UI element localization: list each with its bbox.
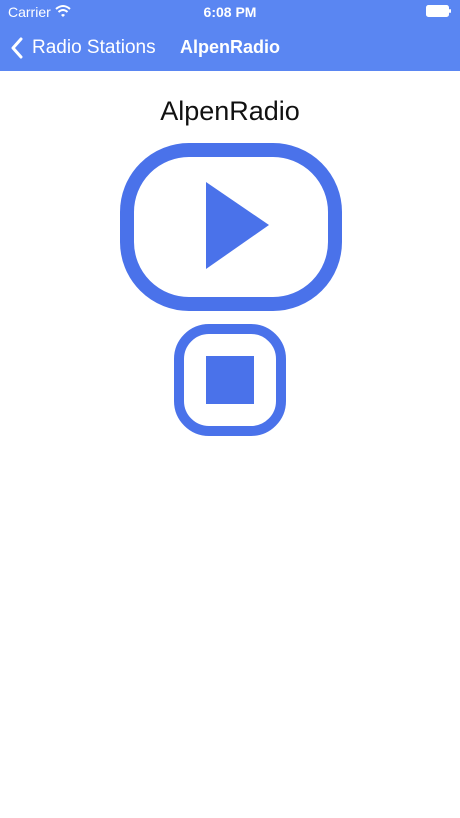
top-bar: Carrier 6:08 PM Radio Stations AlpenRadi…	[0, 0, 460, 71]
status-time: 6:08 PM	[203, 4, 257, 20]
back-button-label: Radio Stations	[32, 37, 156, 58]
back-button[interactable]: Radio Stations	[10, 34, 156, 62]
station-title: AlpenRadio	[160, 96, 300, 126]
stop-icon	[174, 324, 286, 436]
status-bar: Carrier 6:08 PM	[0, 0, 460, 24]
nav-title: AlpenRadio	[180, 37, 281, 57]
chevron-left-icon	[10, 37, 24, 59]
stop-button[interactable]	[174, 324, 286, 436]
battery-icon	[426, 5, 452, 17]
play-icon	[120, 143, 342, 311]
play-button[interactable]	[120, 143, 342, 311]
nav-bar: Radio Stations AlpenRadio	[0, 24, 460, 71]
